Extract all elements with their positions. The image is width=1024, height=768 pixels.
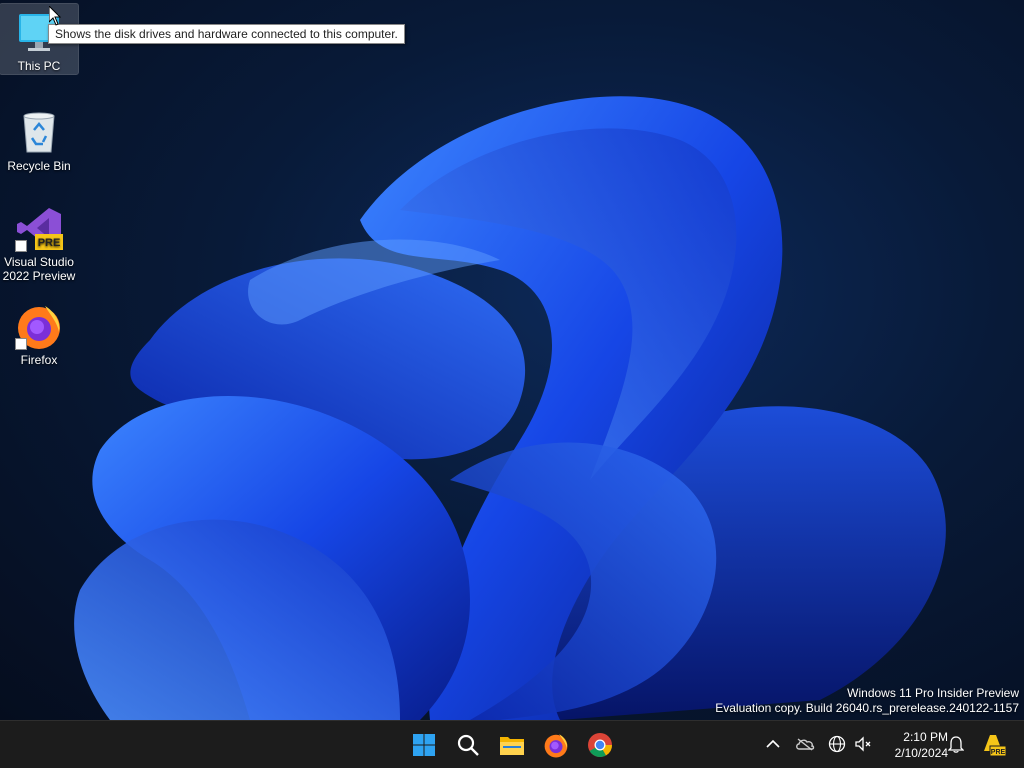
start-icon bbox=[413, 734, 435, 756]
chrome-taskbar-button[interactable] bbox=[581, 727, 619, 763]
wallpaper-bloom bbox=[74, 96, 946, 720]
search-icon bbox=[457, 734, 479, 756]
svg-text:PRE: PRE bbox=[38, 237, 61, 249]
svg-text:PRE: PRE bbox=[991, 749, 1006, 756]
volume-button[interactable] bbox=[852, 733, 874, 755]
insider-pre-icon: PRE bbox=[984, 735, 1006, 757]
desktop-icon-label: Firefox bbox=[20, 353, 58, 367]
volume-icon bbox=[855, 736, 871, 752]
desktop[interactable]: This PC Recycle Bin PRE Visual Studio 20… bbox=[0, 0, 1024, 720]
watermark-edition: Windows 11 Pro Insider Preview bbox=[847, 686, 1019, 700]
firefox-icon bbox=[15, 302, 63, 350]
desktop-icon-visual-studio[interactable]: PRE Visual Studio 2022 Preview bbox=[0, 200, 78, 286]
onedrive-button[interactable] bbox=[794, 733, 816, 755]
desktop-icon-label: This PC bbox=[17, 59, 61, 73]
network-icon bbox=[828, 735, 846, 753]
desktop-icon-firefox[interactable]: Firefox bbox=[0, 298, 78, 368]
file-explorer-button[interactable] bbox=[493, 727, 531, 763]
network-button[interactable] bbox=[826, 733, 848, 755]
watermark-build: Evaluation copy. Build 26040.rs_prerelea… bbox=[715, 701, 1019, 715]
insider-preview-button[interactable]: PRE bbox=[980, 731, 1006, 757]
chrome-icon bbox=[588, 733, 612, 758]
desktop-icon-recycle-bin[interactable]: Recycle Bin bbox=[0, 104, 78, 174]
visual-studio-icon: PRE bbox=[15, 204, 63, 252]
desktop-icon-label: Recycle Bin bbox=[7, 159, 71, 173]
onedrive-icon bbox=[796, 738, 815, 751]
clock-button[interactable]: 2:10 PM 2/10/2024 bbox=[878, 729, 948, 761]
clock-date: 2/10/2024 bbox=[894, 746, 948, 760]
show-hidden-icons-button[interactable] bbox=[762, 733, 784, 755]
shortcut-arrow-icon bbox=[15, 338, 27, 350]
firefox-taskbar-button[interactable] bbox=[537, 727, 575, 763]
notifications-button[interactable] bbox=[945, 733, 967, 755]
mouse-cursor-icon bbox=[49, 6, 61, 26]
clock-time: 2:10 PM bbox=[903, 730, 948, 744]
firefox-icon bbox=[544, 734, 568, 758]
notification-bell-icon bbox=[948, 736, 964, 753]
tooltip: Shows the disk drives and hardware conne… bbox=[48, 24, 405, 44]
windows-watermark: Windows 11 Pro Insider Preview Evaluatio… bbox=[715, 686, 1019, 716]
search-button[interactable] bbox=[449, 727, 487, 763]
chevron-up-icon bbox=[766, 739, 780, 748]
recycle-bin-icon bbox=[15, 108, 63, 156]
shortcut-arrow-icon bbox=[15, 240, 27, 252]
desktop-icon-label: Visual Studio 2022 Preview bbox=[2, 255, 76, 283]
file-explorer-icon bbox=[500, 737, 524, 755]
start-button[interactable] bbox=[405, 727, 443, 763]
taskbar: 2:10 PM 2/10/2024 PRE bbox=[0, 720, 1024, 768]
